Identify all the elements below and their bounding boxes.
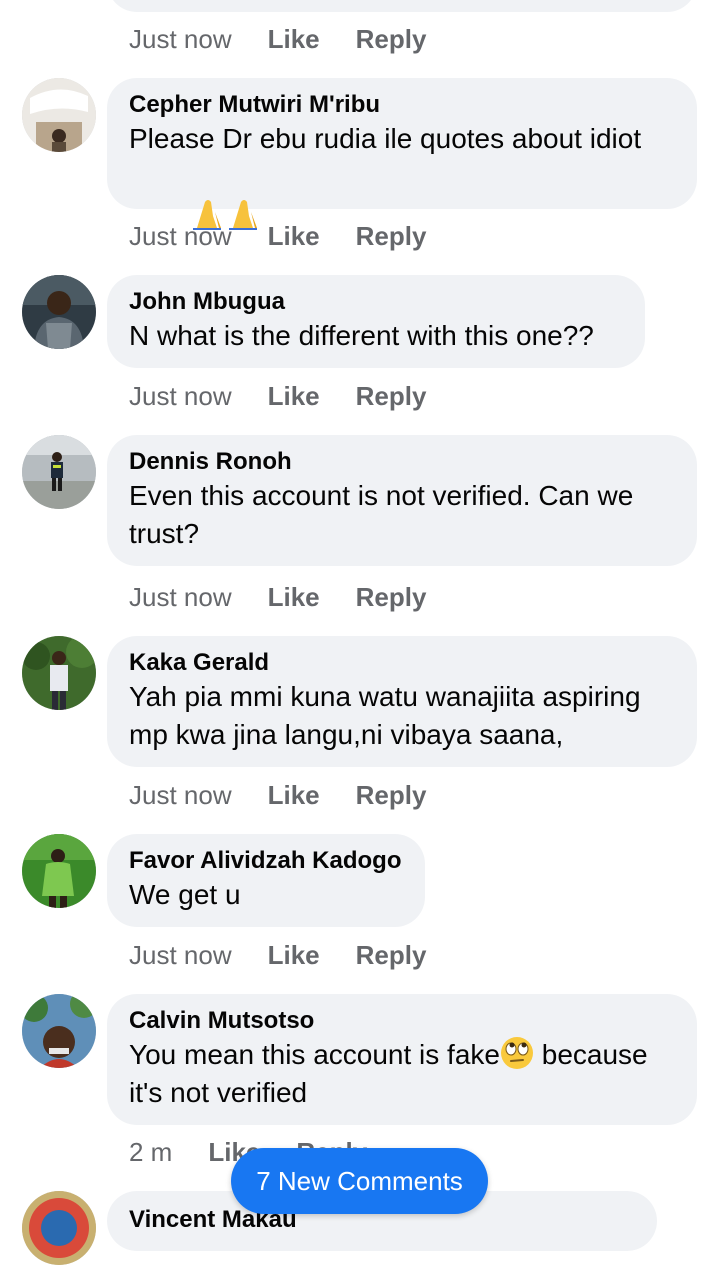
comment-author[interactable]: Favor Alividzah Kadogo [129,846,403,876]
avatar[interactable] [22,435,96,509]
comment-bubble: Kaka Gerald Yah pia mmi kuna watu wanaji… [107,636,697,767]
avatar[interactable] [22,834,96,908]
comment-text: Please Dr ebu rudia ile quotes about idi… [129,123,642,154]
comment-time[interactable]: Just now [129,24,232,55]
comment-actions: Just now Like Reply [129,580,426,614]
avatar-image [22,78,96,152]
avatar-image [22,275,96,349]
comment-bubble: Favor Alividzah Kadogo We get u [107,834,425,927]
eye-roll-emoji [500,1037,533,1069]
comment-actions: Just now Like Reply [129,379,426,413]
comment-author[interactable]: Cepher Mutwiri M'ribu [129,90,675,120]
comment-author[interactable]: Dennis Ronoh [129,447,675,477]
comment-time[interactable]: Just now [129,381,232,412]
comment-time[interactable]: Just now [129,582,232,613]
avatar[interactable] [22,994,96,1068]
comment-bubble: John Mbugua N what is the different with… [107,275,645,368]
avatar-image [22,1191,96,1265]
comment-bubble-partial [107,0,697,12]
comment-text: You mean this account is fake because it… [129,1036,675,1112]
like-button[interactable]: Like [268,221,320,252]
comment-time[interactable]: Just now [129,940,232,971]
like-button[interactable]: Like [268,940,320,971]
comment-text: We get u [129,879,241,910]
like-button[interactable]: Like [268,780,320,811]
comment-bubble: Dennis Ronoh Even this account is not ve… [107,435,697,566]
reply-button[interactable]: Reply [356,221,427,252]
reply-button[interactable]: Reply [356,24,427,55]
like-button[interactable]: Like [268,24,320,55]
reply-button[interactable]: Reply [356,582,427,613]
comment-text: N what is the different with this one?? [129,320,594,351]
comments-feed: Just now Like Reply Cepher Mutwiri M'rib… [0,0,720,1265]
comment-time[interactable]: 2 m [129,1137,172,1168]
comment-author[interactable]: John Mbugua [129,287,623,317]
comment-time[interactable]: Just now [129,221,232,252]
like-button[interactable]: Like [268,582,320,613]
like-button[interactable]: Like [268,381,320,412]
comment-text-part: You mean this account is fake [129,1039,500,1070]
avatar-image [22,435,96,509]
comment-author[interactable]: Calvin Mutsotso [129,1006,675,1036]
comment-time[interactable]: Just now [129,780,232,811]
comment-actions: Just now Like Reply [129,938,426,972]
reply-button[interactable]: Reply [356,780,427,811]
comment-bubble: Calvin Mutsotso You mean this account is… [107,994,697,1125]
comment-actions: Just now Like Reply [129,219,426,253]
avatar-image [22,636,96,710]
reply-button[interactable]: Reply [356,940,427,971]
avatar-image [22,834,96,908]
avatar[interactable] [22,78,96,152]
avatar[interactable] [22,1191,96,1265]
avatar[interactable] [22,636,96,710]
avatar[interactable] [22,275,96,349]
comment-text: Yah pia mmi kuna watu wanajiita aspiring… [129,681,649,750]
comment-text: Even this account is not verified. Can w… [129,480,642,549]
comment-author[interactable]: Kaka Gerald [129,648,675,678]
new-comments-button[interactable]: 7 New Comments [231,1148,488,1214]
comment-emoji-line [129,158,675,272]
reply-button[interactable]: Reply [356,381,427,412]
comment-actions: Just now Like Reply [129,778,426,812]
avatar-image [22,994,96,1068]
comment-bubble: Cepher Mutwiri M'ribu Please Dr ebu rudi… [107,78,697,230]
comment-actions: Just now Like Reply [129,22,426,56]
